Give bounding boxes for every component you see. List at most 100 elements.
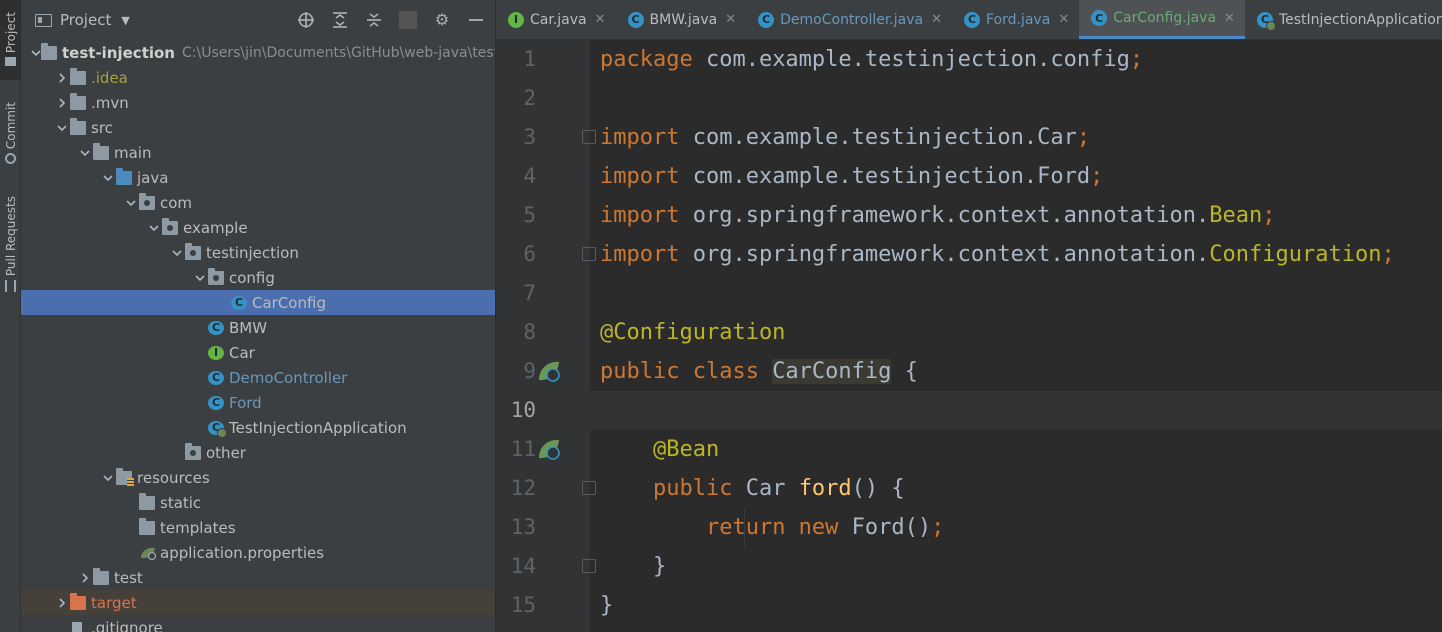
- tree-row-example[interactable]: example: [21, 215, 495, 240]
- chevron-down-icon[interactable]: [31, 45, 41, 61]
- chevron-down-icon[interactable]: [123, 195, 139, 211]
- tree-item-label: config: [229, 268, 275, 287]
- tree-row-test-injection[interactable]: test-injection C:\Users\jin\Documents\Git…: [21, 40, 495, 65]
- chevron-right-icon[interactable]: [54, 70, 70, 86]
- code-line[interactable]: @Configuration: [600, 313, 785, 352]
- code-token: ;: [1129, 47, 1144, 72]
- project-view-selector[interactable]: Project: [60, 11, 111, 29]
- spring-bean-icon[interactable]: [536, 436, 562, 462]
- code-token: com.example.testinjection.config: [692, 47, 1130, 72]
- chevron-right-icon[interactable]: [54, 595, 70, 611]
- tree-row-test[interactable]: test: [21, 565, 495, 590]
- tree-row-testinjection[interactable]: testinjection: [21, 240, 495, 265]
- class-icon: C: [627, 11, 644, 28]
- code-token: ;: [1381, 242, 1395, 267]
- code-line[interactable]: return new Ford();: [600, 508, 944, 547]
- close-tab-icon[interactable]: ✕: [931, 12, 942, 27]
- tree-row-java[interactable]: java: [21, 165, 495, 190]
- editor-tab-testinjectionapplication[interactable]: CTestInjectionApplication.java: [1245, 0, 1442, 39]
- chevron-down-icon[interactable]: [77, 145, 93, 161]
- expand-all-icon[interactable]: [331, 11, 349, 29]
- tree-row-idea[interactable]: .idea: [21, 65, 495, 90]
- code-line[interactable]: package com.example.testinjection.config…: [600, 40, 1143, 79]
- tree-item-label: other: [206, 443, 246, 462]
- pull-requests-tool-tab[interactable]: Pull Requests: [0, 190, 21, 300]
- chevron-down-icon[interactable]: [146, 220, 162, 236]
- code-token: import: [600, 164, 680, 189]
- tree-row-resources[interactable]: resources: [21, 465, 495, 490]
- locate-icon[interactable]: [297, 11, 315, 29]
- code-token: }: [600, 593, 614, 618]
- folder-icon: [93, 567, 109, 585]
- code-line[interactable]: import com.example.testinjection.Ford;: [600, 157, 1103, 196]
- spring-config-icon[interactable]: [536, 358, 562, 384]
- code-line[interactable]: }: [600, 547, 666, 586]
- tree-row-application-properties[interactable]: application.properties: [21, 540, 495, 565]
- code-line[interactable]: import org.springframework.context.annot…: [600, 196, 1276, 235]
- editor-tab-bmw[interactable]: C BMW.java ✕: [616, 0, 747, 39]
- tree-row-testinjectionapplication[interactable]: C TestInjectionApplication: [21, 415, 495, 440]
- code-line[interactable]: }: [600, 586, 613, 625]
- chevron-down-icon[interactable]: [192, 270, 208, 286]
- commit-tool-tab-label: Commit: [3, 102, 18, 150]
- tree-row-mvn[interactable]: .mvn: [21, 90, 495, 115]
- editor-tab-ford[interactable]: C Ford.java ✕: [952, 0, 1079, 39]
- tree-row-democontroller[interactable]: C DemoController: [21, 365, 495, 390]
- close-tab-icon[interactable]: ✕: [1224, 11, 1235, 26]
- minimize-icon[interactable]: [467, 11, 485, 29]
- editor-tab-democontroller[interactable]: C DemoController.java ✕: [746, 0, 952, 39]
- editor-tab-label: CarConfig.java: [1113, 10, 1217, 26]
- commit-tool-tab[interactable]: Commit: [0, 96, 21, 176]
- editor-tab-label: Car.java: [530, 11, 587, 28]
- tree-row-carconfig[interactable]: C CarConfig: [21, 290, 495, 315]
- class-icon: C: [208, 320, 224, 335]
- tree-row-ford[interactable]: C Ford: [21, 390, 495, 415]
- tree-row-bmw[interactable]: C BMW: [21, 315, 495, 340]
- code-editor: I Car.java ✕ C BMW.java ✕ C DemoController.java…: [496, 0, 1442, 632]
- indent-guide: [744, 508, 745, 547]
- line-number: 13: [510, 515, 536, 539]
- chevron-right-icon[interactable]: [77, 570, 93, 586]
- chevron-down-icon[interactable]: [54, 120, 70, 136]
- editor-tab-carconfig[interactable]: C CarConfig.java ✕: [1079, 0, 1245, 39]
- tree-row-car[interactable]: I Car: [21, 340, 495, 365]
- code-line[interactable]: import org.springframework.context.annot…: [600, 235, 1395, 274]
- editor-tab-car[interactable]: I Car.java ✕: [496, 0, 616, 39]
- file-icon: [70, 621, 86, 632]
- gear-icon[interactable]: ⚙: [433, 11, 451, 29]
- tree-row-com[interactable]: com: [21, 190, 495, 215]
- chevron-down-icon[interactable]: [100, 470, 116, 486]
- code-token: package: [600, 47, 693, 72]
- close-tab-icon[interactable]: ✕: [725, 12, 736, 27]
- chevron-down-icon[interactable]: [100, 170, 116, 186]
- folder-icon: [70, 92, 86, 110]
- tree-row-static[interactable]: static: [21, 490, 495, 515]
- collapse-all-icon[interactable]: [365, 11, 383, 29]
- tree-row-config[interactable]: config: [21, 265, 495, 290]
- close-tab-icon[interactable]: ✕: [1058, 12, 1069, 27]
- chevron-right-icon[interactable]: [54, 95, 70, 111]
- code-line[interactable]: public Car ford() {: [600, 469, 905, 508]
- tree-row-other[interactable]: other: [21, 440, 495, 465]
- tree-row-templates[interactable]: templates: [21, 515, 495, 540]
- package-icon: [162, 217, 178, 235]
- code-line[interactable]: import com.example.testinjection.Car;: [600, 118, 1090, 157]
- tree-row-gitignore[interactable]: .gitignore: [21, 615, 495, 632]
- editor-tab-bar: I Car.java ✕ C BMW.java ✕ C DemoController.java…: [496, 0, 1442, 40]
- project-tool-tab[interactable]: Project: [0, 0, 21, 80]
- tree-row-target[interactable]: target: [21, 590, 495, 615]
- chevron-down-icon[interactable]: ▼: [121, 14, 129, 27]
- tree-row-main[interactable]: main: [21, 140, 495, 165]
- editor-tab-label: BMW.java: [649, 11, 718, 28]
- chevron-down-icon[interactable]: [169, 245, 185, 261]
- tree-row-src[interactable]: src: [21, 115, 495, 140]
- tree-item-label: example: [183, 218, 248, 237]
- code-line[interactable]: @Bean: [600, 430, 719, 469]
- code-line[interactable]: public class CarConfig {: [600, 352, 918, 391]
- code-area[interactable]: package com.example.testinjection.config…: [590, 40, 1442, 632]
- close-tab-icon[interactable]: ✕: [595, 12, 606, 27]
- tree-item-label: application.properties: [160, 543, 325, 562]
